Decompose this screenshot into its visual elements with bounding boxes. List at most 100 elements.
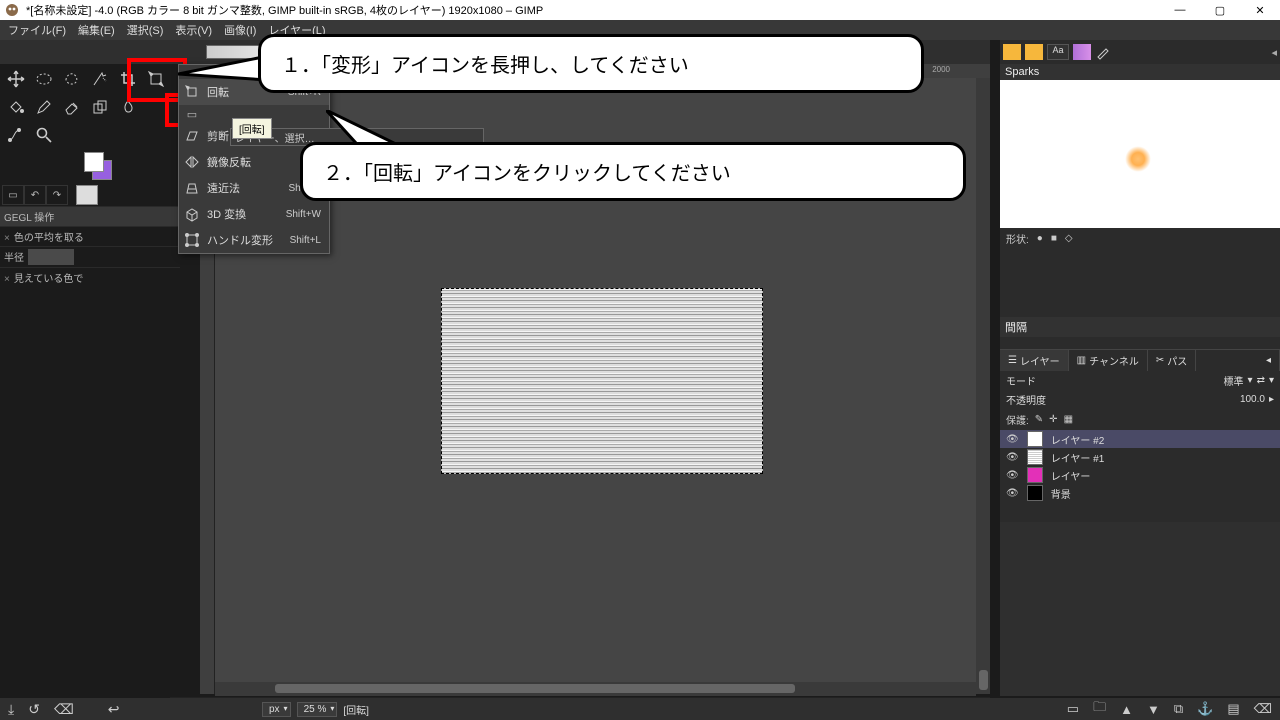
spacing-title: 間隔 bbox=[1000, 317, 1280, 337]
option-swatch-icon[interactable] bbox=[76, 185, 98, 205]
shape-circle-icon[interactable]: ● bbox=[1037, 233, 1043, 244]
paths-tool-icon[interactable] bbox=[2, 122, 30, 148]
tab-paths[interactable]: ✂パス bbox=[1148, 350, 1196, 371]
right-dock: Aa ◂ Sparks 形状: ● ■ ◇ 間隔 ☰レイヤー ▥チャンネル ✂パ… bbox=[1000, 40, 1280, 696]
brush-preview[interactable] bbox=[1000, 80, 1280, 228]
zoom-select[interactable]: 25 % bbox=[297, 702, 338, 717]
pencil-tool-icon[interactable] bbox=[30, 94, 58, 120]
shape-diamond-icon[interactable]: ◇ bbox=[1065, 233, 1073, 244]
flip-label: 鏡像反転 bbox=[207, 154, 303, 170]
spark-brush-icon bbox=[1125, 146, 1151, 172]
menu-edit[interactable]: 編集(E) bbox=[72, 20, 121, 40]
layer-row[interactable]: 👁レイヤー bbox=[1000, 466, 1280, 484]
bottom-left-actions: ⤓ ↺ ⌫ ↩ bbox=[0, 698, 186, 720]
callout-2: ２．「回転」アイコンをクリックしてください bbox=[300, 142, 966, 201]
flip-icon bbox=[183, 153, 201, 171]
lock-position-icon[interactable]: ✛ bbox=[1049, 414, 1057, 425]
option-tab-icon[interactable]: ▭ bbox=[2, 185, 24, 205]
layer-thumb bbox=[1027, 485, 1043, 501]
tab-gradient-icon[interactable] bbox=[1073, 44, 1091, 60]
layer-mode-row: モード 標準 ▾⇄▾ bbox=[1000, 371, 1280, 390]
merge-layer-icon[interactable]: ⚓ bbox=[1197, 701, 1213, 717]
radius-input[interactable] bbox=[28, 249, 74, 265]
callout-1: １．「変形」アイコンを長押し、してください bbox=[258, 34, 924, 93]
duplicate-layer-icon[interactable]: ⧉ bbox=[1174, 701, 1183, 717]
window-minimize-button[interactable]: — bbox=[1160, 0, 1200, 20]
horizontal-scrollbar[interactable] bbox=[215, 682, 976, 696]
reset-icon[interactable]: ↩ bbox=[108, 701, 120, 718]
layer-group-icon[interactable]: 🗀 bbox=[1093, 698, 1106, 720]
handle-transform-shortcut: Shift+L bbox=[290, 235, 325, 246]
foreground-color-swatch[interactable] bbox=[84, 152, 104, 172]
radius-label: 半径 bbox=[4, 249, 24, 265]
smudge-tool-icon[interactable] bbox=[114, 94, 142, 120]
lock-alpha-icon[interactable]: ▦ bbox=[1064, 414, 1073, 425]
dock-menu-icon[interactable]: ◂ bbox=[1258, 350, 1280, 371]
unit-select[interactable]: px bbox=[262, 702, 291, 717]
layer-thumb bbox=[1027, 467, 1043, 483]
layer-row[interactable]: 👁レイヤー #2 bbox=[1000, 430, 1280, 448]
lock-paint-icon[interactable]: ✎ bbox=[1035, 414, 1043, 425]
clone-tool-icon[interactable] bbox=[86, 94, 114, 120]
delete-icon[interactable]: ⌫ bbox=[54, 701, 74, 718]
tab-orange2-icon[interactable] bbox=[1025, 44, 1043, 60]
opacity-label: 不透明度 bbox=[1006, 392, 1240, 407]
tab-brush-icon[interactable] bbox=[1095, 44, 1113, 60]
menu-image[interactable]: 画像(I) bbox=[218, 20, 262, 40]
gimp-icon bbox=[4, 2, 20, 18]
eraser-tool-icon[interactable] bbox=[58, 94, 86, 120]
option-undo-icon[interactable]: ↶ bbox=[24, 185, 46, 205]
color-swatches[interactable] bbox=[84, 152, 114, 182]
shear-icon bbox=[183, 127, 201, 145]
free-select-tool-icon[interactable] bbox=[58, 66, 86, 92]
shape-square-icon[interactable]: ■ bbox=[1051, 233, 1057, 244]
raise-layer-icon[interactable]: ▲ bbox=[1120, 702, 1133, 717]
opacity-value[interactable]: 100.0 bbox=[1240, 394, 1265, 405]
bucket-fill-tool-icon[interactable] bbox=[2, 94, 30, 120]
ellipse-select-tool-icon[interactable] bbox=[30, 66, 58, 92]
3d-transform-menu-item[interactable]: 3D 変換 Shift+W bbox=[179, 201, 329, 227]
layer-mode-value[interactable]: 標準 bbox=[1224, 373, 1244, 388]
crop-tool-icon[interactable] bbox=[114, 66, 142, 92]
zoom-tool-icon[interactable] bbox=[30, 122, 58, 148]
visibility-icon[interactable]: 👁 bbox=[1006, 488, 1019, 499]
visibility-icon[interactable]: 👁 bbox=[1006, 452, 1019, 463]
visibility-icon[interactable]: 👁 bbox=[1006, 470, 1019, 481]
perspective-label: 遠近法 bbox=[207, 180, 282, 196]
tab-orange-icon[interactable] bbox=[1003, 44, 1021, 60]
window-close-button[interactable]: ✕ bbox=[1240, 0, 1280, 20]
menu-file[interactable]: ファイル(F) bbox=[2, 20, 72, 40]
layer-row[interactable]: 👁背景 bbox=[1000, 484, 1280, 502]
new-layer-icon[interactable]: ▭ bbox=[1067, 701, 1079, 717]
panel-menu-icon[interactable]: ◂ bbox=[1271, 46, 1277, 59]
handle-transform-menu-item[interactable]: ハンドル変形 Shift+L bbox=[179, 227, 329, 253]
save-icon[interactable]: ⤓ bbox=[8, 701, 14, 718]
mask-layer-icon[interactable]: ▤ bbox=[1227, 701, 1239, 717]
layer-tabs: ☰レイヤー ▥チャンネル ✂パス ◂ bbox=[1000, 349, 1280, 371]
sample-merged-row[interactable]: ×見えている色で bbox=[0, 267, 180, 287]
layer-row[interactable]: 👁 レイヤー #1 bbox=[1000, 448, 1280, 466]
handle-transform-label: ハンドル変形 bbox=[207, 232, 284, 248]
vertical-scrollbar[interactable] bbox=[976, 78, 990, 694]
menu-select[interactable]: 選択(S) bbox=[121, 20, 170, 40]
window-maximize-button[interactable]: ▢ bbox=[1200, 0, 1240, 20]
tab-channels[interactable]: ▥チャンネル bbox=[1069, 350, 1148, 371]
layer-name: レイヤー #1 bbox=[1051, 450, 1105, 465]
sample-merged-label: 見えている色で bbox=[14, 274, 84, 285]
transform-tool-icon[interactable] bbox=[142, 66, 170, 92]
tab-text-icon[interactable]: Aa bbox=[1047, 44, 1069, 60]
sample-average-label: 色の平均を取る bbox=[14, 233, 84, 244]
option-redo-icon[interactable]: ↷ bbox=[46, 185, 68, 205]
canvas-image[interactable] bbox=[441, 288, 763, 474]
move-tool-icon[interactable] bbox=[2, 66, 30, 92]
gegl-operation-label: GEGL 操作 bbox=[0, 206, 180, 226]
menu-view[interactable]: 表示(V) bbox=[169, 20, 218, 40]
sample-average-row[interactable]: ×色の平均を取る bbox=[0, 226, 180, 246]
delete-layer-icon[interactable]: ⌫ bbox=[1254, 701, 1272, 717]
visibility-icon[interactable]: 👁 bbox=[1006, 434, 1019, 445]
undo-icon[interactable]: ↺ bbox=[28, 701, 40, 718]
toolbox bbox=[0, 64, 180, 152]
lower-layer-icon[interactable]: ▼ bbox=[1147, 702, 1160, 717]
tab-layers[interactable]: ☰レイヤー bbox=[1000, 350, 1069, 371]
fuzzy-select-tool-icon[interactable] bbox=[86, 66, 114, 92]
